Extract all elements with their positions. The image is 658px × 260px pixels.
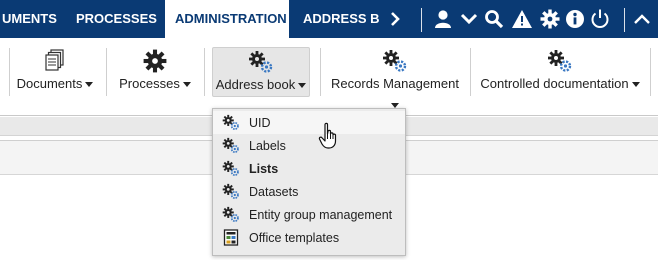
user-icon[interactable] [431, 7, 455, 31]
gears-icon [328, 49, 462, 73]
search-icon[interactable] [482, 7, 506, 31]
menu-item-label: UID [249, 115, 271, 130]
menu-item-label: Labels [249, 138, 286, 153]
gear-icon[interactable] [538, 7, 562, 31]
chevron-right-icon[interactable] [383, 7, 407, 31]
chevron-up-icon[interactable] [630, 7, 654, 31]
address-book-button[interactable]: Address book [212, 47, 310, 97]
tab-processes[interactable]: PROCESSES [64, 0, 164, 38]
documents-icon [14, 49, 96, 73]
gears-icon [213, 180, 249, 203]
menu-item-uid[interactable]: UID [213, 111, 405, 134]
office-templates-icon [213, 226, 249, 249]
ribbon-divider [204, 48, 205, 96]
controlled-documentation-button-label: Controlled documentation [480, 76, 629, 91]
gear-icon [114, 49, 196, 73]
info-icon[interactable] [563, 7, 587, 31]
power-icon[interactable] [588, 7, 612, 31]
menu-item-entity-group-management[interactable]: Entity group management [213, 203, 405, 226]
records-management-button-label: Records Management [331, 76, 459, 91]
menu-item-lists[interactable]: Lists [213, 157, 405, 180]
caret-down-icon [182, 82, 191, 88]
chevron-down-icon[interactable] [457, 7, 481, 31]
top-navigation-bar: UMENTS PROCESSES ADMINISTRATION ADDRESS … [0, 0, 658, 38]
ribbon-divider [470, 48, 471, 96]
ribbon-divider [106, 48, 107, 96]
ribbon-divider [9, 48, 10, 96]
toolbar-divider [421, 8, 422, 32]
tab-processes-label: PROCESSES [76, 11, 157, 26]
menu-item-labels[interactable]: Labels [213, 134, 405, 157]
ribbon-divider [650, 48, 651, 96]
menu-item-label: Lists [249, 161, 279, 176]
menu-item-office-templates[interactable]: Office templates [213, 226, 405, 249]
gears-icon [213, 50, 309, 74]
tab-address-book-label: ADDRESS BO [303, 11, 380, 26]
toolbar-divider [624, 8, 625, 32]
gears-icon [213, 157, 249, 180]
tab-documents[interactable]: UMENTS [0, 0, 60, 38]
menu-item-datasets[interactable]: Datasets [213, 180, 405, 203]
gears-icon [213, 111, 249, 134]
processes-button[interactable]: Processes [114, 47, 196, 97]
hand-pointer-cursor-icon [318, 122, 340, 150]
address-book-button-label: Address book [215, 77, 296, 92]
menu-item-label: Office templates [249, 230, 340, 245]
controlled-documentation-button[interactable]: Controlled documentation [478, 47, 642, 97]
ribbon-divider [320, 48, 321, 96]
tab-documents-label: UMENTS [2, 11, 57, 26]
caret-down-icon [85, 82, 94, 88]
gears-icon [213, 134, 249, 157]
ribbon-toolbar: Documents Processes Address book Records… [0, 38, 658, 116]
documents-button-label: Documents [16, 76, 83, 91]
processes-button-label: Processes [119, 76, 180, 91]
menu-item-label: Datasets [249, 184, 299, 199]
tab-address-book[interactable]: ADDRESS BO [294, 0, 380, 38]
documents-button[interactable]: Documents [14, 47, 96, 97]
caret-down-icon [298, 83, 307, 89]
gears-icon [478, 49, 642, 73]
records-management-button[interactable]: Records Management [328, 47, 462, 109]
address-book-dropdown-menu: UID Labels Lists Datasets Entity group m… [212, 108, 406, 256]
caret-down-icon [631, 82, 640, 88]
tab-administration[interactable]: ADMINISTRATION [165, 0, 289, 38]
tab-administration-label: ADMINISTRATION [175, 11, 287, 26]
menu-item-label: Entity group management [249, 207, 393, 222]
gears-icon [213, 203, 249, 226]
warning-icon[interactable] [510, 7, 534, 31]
